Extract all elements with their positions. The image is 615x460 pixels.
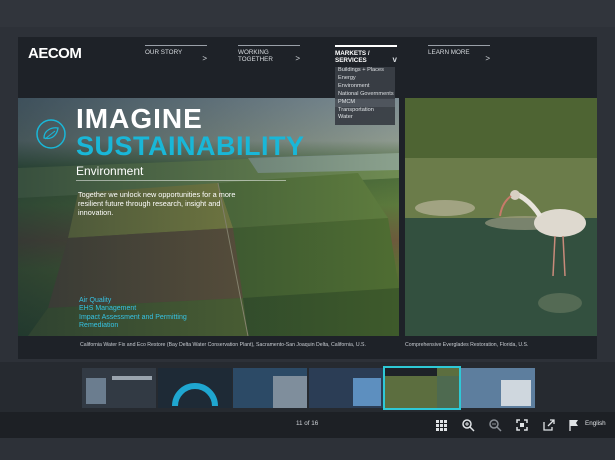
nav-working-together[interactable]: WORKING TOGETHER > (238, 45, 300, 65)
caption-right: Comprehensive Everglades Restoration, Fl… (405, 342, 529, 348)
thumbnail-page[interactable] (309, 368, 383, 408)
fullscreen-icon[interactable] (515, 418, 529, 432)
nav-learn-more[interactable]: LEARN MORE > (428, 45, 490, 65)
thumbnail-page[interactable] (82, 368, 156, 408)
hero-title-imagine: IMAGINE (76, 103, 203, 134)
thumbnail-page[interactable] (158, 368, 232, 408)
flag-icon[interactable] (567, 418, 581, 432)
nav-our-story[interactable]: OUR STORY > (145, 45, 207, 65)
dropdown-item-national-governments[interactable]: National Governments (335, 91, 395, 99)
viewer-footer (0, 438, 615, 460)
sustainability-icon (36, 119, 66, 149)
link-impact-assessment[interactable]: Impact Assessment and Permitting (79, 314, 187, 322)
everglades-photo (405, 98, 597, 336)
chevron-right-icon: > (202, 54, 207, 63)
chevron-right-icon: > (295, 54, 300, 63)
hero-image: IMAGINE SUSTAINABILITY Environment Toget… (18, 98, 399, 336)
link-ehs-management[interactable]: EHS Management (79, 305, 187, 313)
dropdown-item-pmcm[interactable]: PMCM (335, 98, 395, 107)
page-indicator: 11 of 16 (296, 420, 319, 427)
language-selector[interactable]: English (585, 420, 606, 427)
dropdown-item-transportation[interactable]: Transportation (335, 107, 395, 115)
dropdown-item-environment[interactable]: Environment (335, 83, 395, 91)
nav-label: LEARN MORE (428, 49, 470, 56)
share-icon[interactable] (542, 418, 556, 432)
hero-divider (76, 180, 286, 181)
thumbnail-strip (0, 362, 615, 412)
hero-title-sustainability: SUSTAINABILITY (76, 131, 305, 161)
viewer-top-bar (0, 0, 615, 27)
nav-label: WORKING TOGETHER (238, 49, 273, 63)
magazine-page: AECOM OUR STORY > WORKING TOGETHER > MAR… (18, 37, 597, 359)
markets-dropdown: Buildings + Places Energy Environment Na… (335, 67, 395, 125)
hero-subtitle: Environment (76, 164, 144, 178)
ibis-bird-photo (405, 98, 597, 336)
thumbnail-page-current[interactable] (383, 366, 461, 410)
hero-service-links: Air Quality EHS Management Impact Assess… (79, 297, 187, 330)
hero-body-text: Together we unlock new opportunities for… (78, 190, 236, 217)
grid-icon[interactable] (434, 418, 448, 432)
nav-markets-services[interactable]: MARKETS / SERVICES v (335, 45, 397, 65)
link-air-quality[interactable]: Air Quality (79, 297, 187, 305)
chevron-right-icon: > (485, 54, 490, 63)
aecom-logo[interactable]: AECOM (28, 45, 82, 62)
thumbnail-page[interactable] (461, 368, 535, 408)
dropdown-item-buildings[interactable]: Buildings + Places (335, 67, 395, 75)
nav-label: MARKETS / SERVICES (335, 50, 370, 64)
link-remediation[interactable]: Remediation (79, 322, 187, 330)
zoom-in-icon[interactable] (461, 418, 475, 432)
viewer-toolbar: 11 of 16 English (0, 412, 615, 438)
chevron-down-icon: v (392, 55, 397, 64)
site-nav: AECOM OUR STORY > WORKING TOGETHER > MAR… (18, 37, 597, 67)
dropdown-item-energy[interactable]: Energy (335, 75, 395, 83)
zoom-out-icon[interactable] (488, 418, 502, 432)
nav-label: OUR STORY (145, 49, 183, 56)
caption-left: California Water Fix and Eco Restore (Ba… (80, 342, 366, 348)
thumbnail-page[interactable] (233, 368, 307, 408)
dropdown-item-water[interactable]: Water (335, 114, 395, 122)
